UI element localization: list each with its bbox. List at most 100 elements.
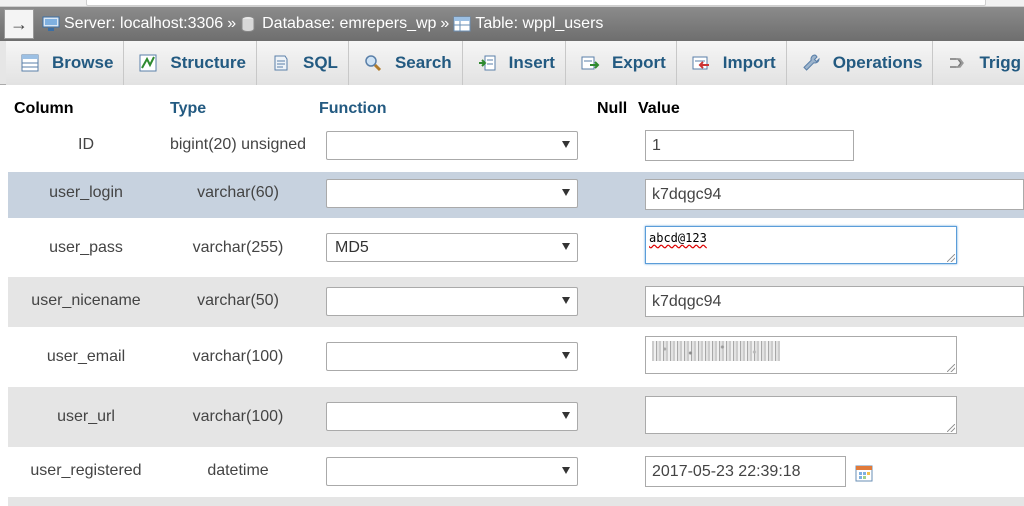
tab-structure[interactable]: Structure [124, 41, 257, 85]
function-select[interactable] [326, 457, 578, 486]
breadcrumb-server[interactable]: Server: localhost:3306 [42, 15, 223, 33]
browser-toolbar [0, 0, 1024, 7]
tab-import[interactable]: Import [676, 41, 787, 85]
value-textarea-text: abcd@123 [649, 231, 707, 245]
export-icon [580, 53, 600, 73]
value-input-text: k7dqgc94 [652, 186, 722, 203]
function-select[interactable] [326, 342, 578, 371]
breadcrumb-separator: » [227, 15, 237, 32]
import-icon [691, 53, 711, 73]
tab-export-label: Export [611, 53, 666, 72]
tab-bar: Browse Structure SQL Search Insert Expor… [0, 41, 1024, 85]
resize-grip-icon[interactable] [947, 364, 955, 372]
column-type: datetime [207, 462, 269, 479]
value-textarea[interactable] [645, 396, 957, 434]
function-select[interactable] [326, 179, 578, 208]
breadcrumb-table-label: Table: wppl_users [475, 15, 604, 32]
search-icon [363, 53, 383, 73]
chevron-down-icon [562, 352, 570, 359]
tab-browse-label: Browse [52, 53, 114, 72]
address-bar[interactable] [86, 0, 986, 6]
column-header: Column [14, 100, 74, 117]
tab-sql[interactable]: SQL [257, 41, 349, 85]
value-input-text: 1 [652, 137, 661, 154]
triggers-icon [947, 53, 967, 73]
value-textarea[interactable] [645, 336, 957, 374]
tab-search[interactable]: Search [348, 41, 463, 85]
table-row: user_pass varchar(255) MD5 abcd@123 [8, 218, 1024, 277]
value-input[interactable]: 1 [645, 130, 854, 161]
column-name: user_email [46, 348, 126, 365]
table-row [8, 497, 1024, 506]
tab-triggers-label: Trigg [979, 53, 1021, 72]
function-select[interactable] [326, 402, 578, 431]
wrench-icon [801, 53, 821, 73]
chevron-down-icon [562, 297, 570, 304]
column-name: user_pass [49, 239, 123, 256]
tab-search-label: Search [394, 53, 452, 72]
function-header[interactable]: Function [319, 100, 387, 118]
value-input-text: 2017-05-23 22:39:18 [652, 463, 801, 480]
value-header: Value [638, 100, 680, 117]
column-type: bigint(20) unsigned [169, 136, 307, 153]
function-select[interactable] [326, 287, 578, 316]
column-type: varchar(60) [197, 184, 279, 201]
tab-import-label: Import [722, 53, 776, 72]
table-row: ID bigint(20) unsigned 1 [8, 122, 1024, 172]
chevron-down-icon [562, 243, 570, 250]
table-row: user_email varchar(100) [8, 327, 1024, 387]
value-textarea[interactable]: abcd@123 [645, 226, 957, 264]
tab-sql-label: SQL [303, 53, 338, 72]
tab-triggers[interactable]: Trigg [933, 41, 1024, 85]
database-icon [240, 16, 258, 33]
datetime-input[interactable]: 2017-05-23 22:39:18 [645, 456, 846, 487]
browse-icon [20, 53, 40, 73]
type-header[interactable]: Type [170, 100, 206, 118]
chevron-down-icon [562, 412, 570, 419]
table-row: user_registered datetime 2017-05-23 22:3… [8, 447, 1024, 497]
tab-insert-label: Insert [508, 53, 555, 72]
function-select-value: MD5 [335, 239, 369, 256]
server-icon [42, 16, 60, 32]
tab-operations-label: Operations [832, 53, 923, 72]
table-row: user_url varchar(100) [8, 387, 1024, 447]
tab-insert[interactable]: Insert [462, 41, 566, 85]
tab-export[interactable]: Export [565, 41, 677, 85]
column-name: ID [78, 136, 94, 153]
column-type: varchar(255) [192, 239, 284, 256]
chevron-down-icon [562, 467, 570, 474]
resize-grip-icon[interactable] [947, 424, 955, 432]
column-type: varchar(50) [197, 292, 279, 309]
column-name: user_registered [30, 462, 142, 479]
breadcrumb-table[interactable]: Table: wppl_users [453, 15, 603, 33]
insert-icon [477, 53, 497, 73]
column-type: varchar(100) [192, 348, 284, 365]
tab-operations[interactable]: Operations [786, 41, 934, 85]
table-icon [453, 16, 471, 32]
breadcrumb-database[interactable]: Database: emrepers_wp [240, 15, 436, 33]
table-header: Column Type Function Null Value [8, 96, 1024, 122]
collapse-arrow-icon[interactable]: → [4, 9, 34, 39]
column-name: user_nicename [31, 292, 141, 309]
breadcrumb-server-label: Server: localhost:3306 [64, 15, 224, 32]
breadcrumb: → Server: localhost:3306 » Database: emr… [0, 7, 1024, 41]
tab-browse[interactable]: Browse [6, 41, 125, 85]
column-name: user_login [49, 184, 123, 201]
function-select[interactable]: MD5 [326, 233, 578, 262]
chevron-down-icon [562, 141, 570, 148]
tab-structure-label: Structure [170, 53, 246, 72]
calendar-icon[interactable] [855, 464, 873, 482]
column-name: user_url [57, 408, 115, 425]
structure-icon [138, 53, 158, 73]
redacted-email [652, 341, 780, 361]
resize-grip-icon[interactable] [947, 254, 955, 262]
function-select[interactable] [326, 131, 578, 160]
value-input-text: k7dqgc94 [652, 293, 722, 310]
value-input[interactable]: k7dqgc94 [645, 286, 1024, 317]
null-header: Null [597, 100, 628, 117]
chevron-down-icon [562, 189, 570, 196]
table-row: user_nicename varchar(50) k7dqgc94 [8, 277, 1024, 327]
column-type: varchar(100) [192, 408, 284, 425]
table-row: user_login varchar(60) k7dqgc94 [8, 172, 1024, 218]
value-input[interactable]: k7dqgc94 [645, 179, 1024, 210]
